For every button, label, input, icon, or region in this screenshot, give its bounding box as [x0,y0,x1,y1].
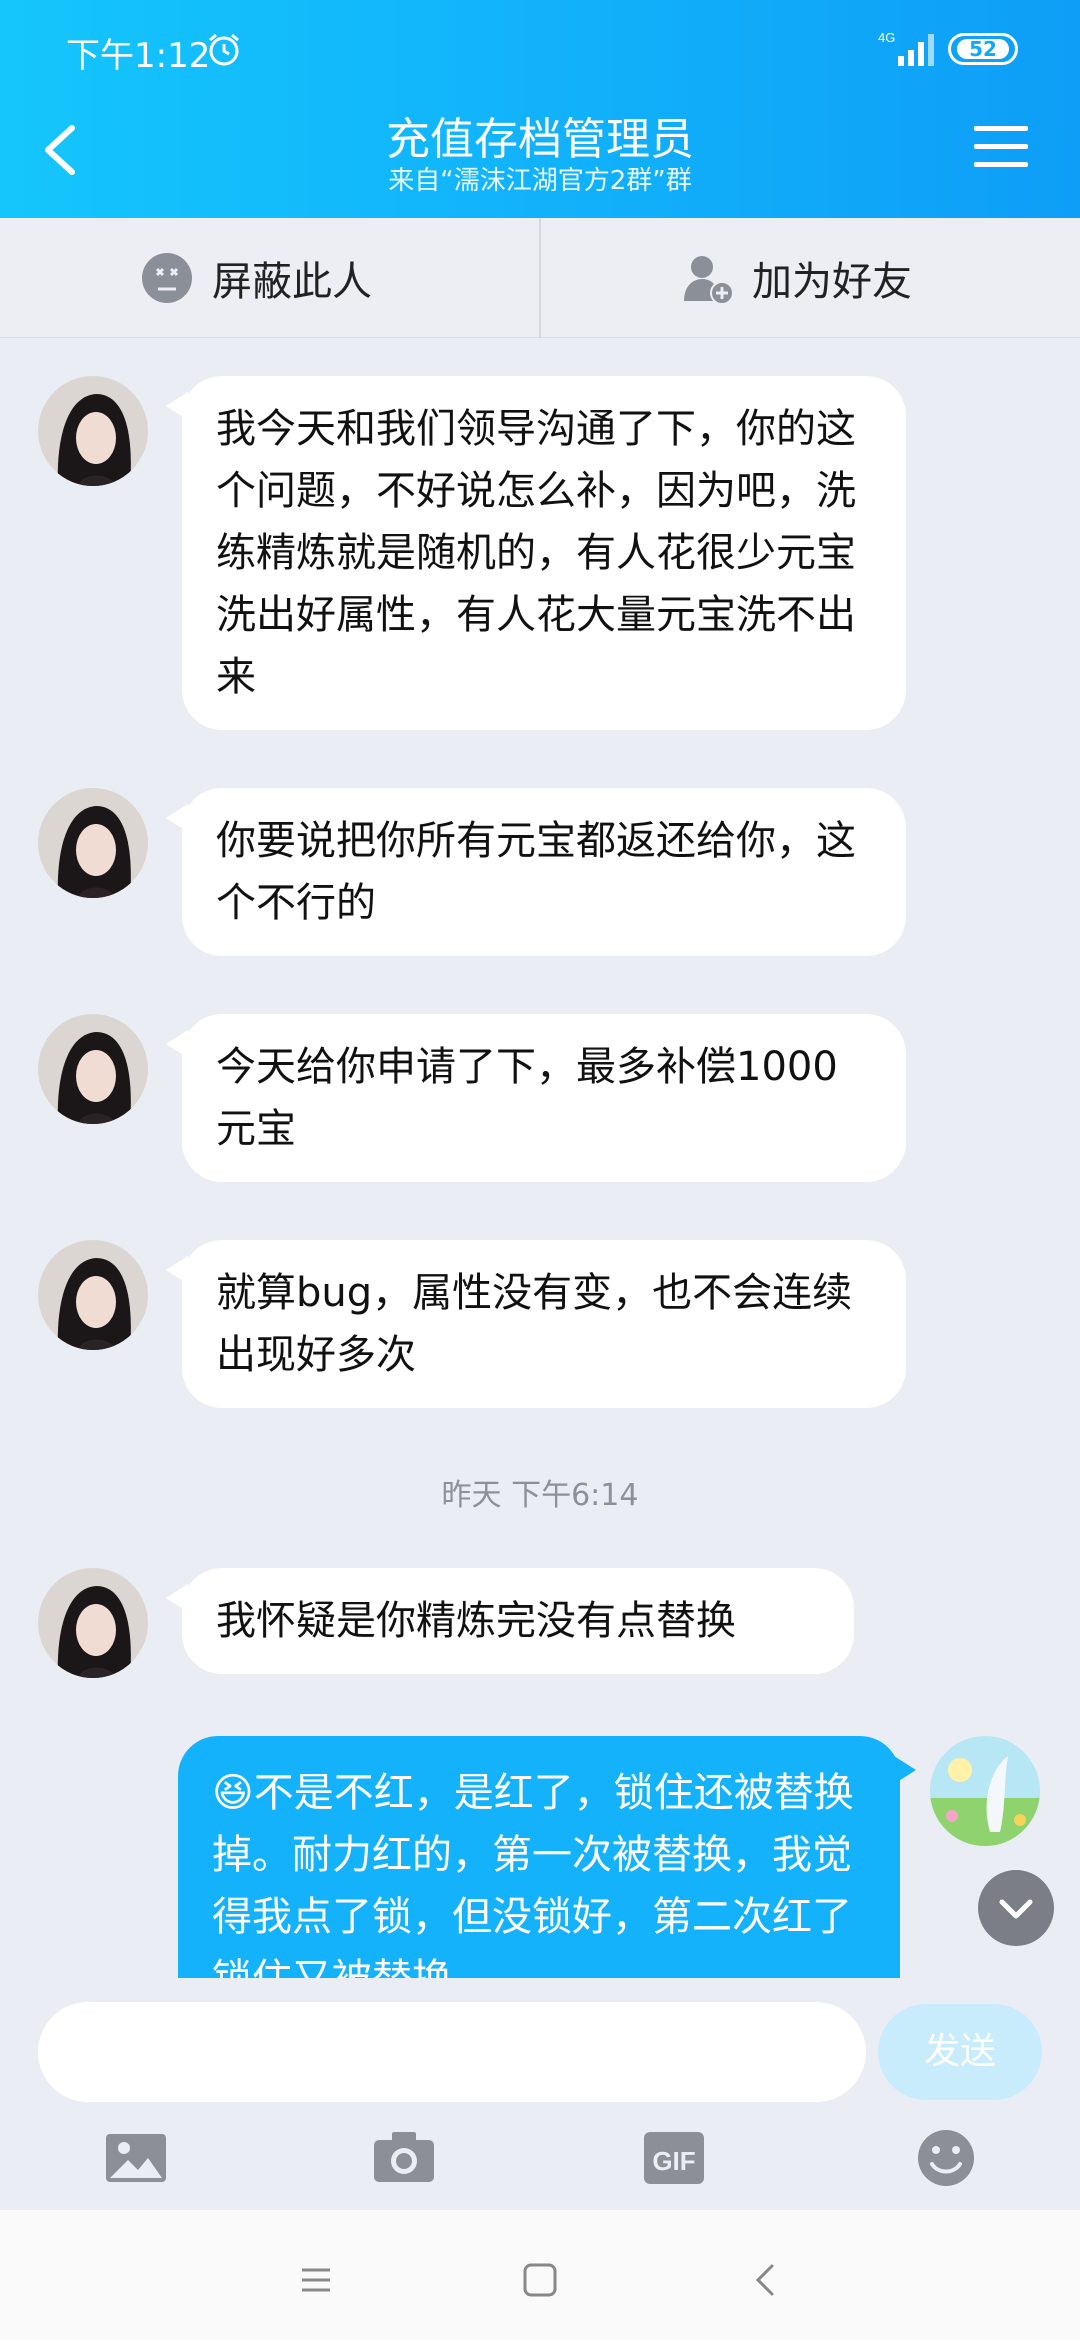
message-text: 我怀疑是你精炼完没有点替换 [216,1598,736,1644]
battery-level: 52 [957,39,1009,59]
block-face-icon [142,253,192,303]
signal-icon: 4G [878,30,934,66]
add-friend-icon [684,256,734,305]
avatar-portrait-icon [38,1568,148,1678]
message-text: 你要说把你所有元宝都返还给你，这个不行的 [216,818,856,926]
message-bubble[interactable]: 你要说把你所有元宝都返还给你，这个不行的 [166,788,906,956]
image-icon[interactable] [104,2128,168,2188]
action-bar: 屏蔽此人 加为好友 [0,218,1080,338]
add-friend-button[interactable]: 加为好友 [680,218,912,338]
gif-label: GIF [652,2146,695,2176]
battery-icon: 52 [948,33,1018,65]
message-bubble[interactable]: 我怀疑是你精炼完没有点替换 [166,1568,854,1674]
network-type: 4G [878,30,895,45]
message-text: 我今天和我们领导沟通了下，你的这个问题，不好说怎么补，因为吧，洗练精炼就是随机的… [216,406,856,700]
message-bubble[interactable]: 我今天和我们领导沟通了下，你的这个问题，不好说怎么补，因为吧，洗练精炼就是随机的… [166,376,906,730]
status-bar: 下午1:12 4G 52 [0,0,1080,100]
avatar-portrait-icon [38,788,148,898]
message-list-clip: 😆不是不红，是红了，锁住还被替换掉。耐力红的，第一次被替换，我觉得我点了锁，但没… [0,1736,1080,1978]
avatar-portrait-icon [38,1014,148,1124]
chat-timestamp: 昨天 下午6:14 [441,1478,639,1513]
chat-subtitle: 来自“濡沫江湖官方2群”群 [388,166,692,196]
chat-title: 充值存档管理员 [386,114,694,165]
scroll-to-bottom-button[interactable] [978,1870,1054,1946]
back-nav-icon[interactable] [746,2260,786,2300]
recent-apps-icon[interactable] [296,2260,336,2300]
sender-avatar[interactable] [38,788,148,898]
menu-button[interactable] [972,122,1030,172]
sender-avatar[interactable] [38,1014,148,1124]
gif-icon[interactable]: GIF [642,2128,706,2188]
alarm-icon [209,33,239,66]
send-button[interactable]: 发送 [878,2004,1042,2100]
block-user-label: 屏蔽此人 [212,259,372,305]
avatar-portrait-icon [38,376,148,486]
add-friend-label: 加为好友 [752,259,912,305]
emoji-icon[interactable] [914,2128,978,2188]
block-user-button[interactable]: 屏蔽此人 [140,218,372,338]
my-message-bubble[interactable]: 😆不是不红，是红了，锁住还被替换掉。耐力红的，第一次被替换，我觉得我点了锁，但没… [178,1736,916,1978]
divider [539,218,541,338]
message-text: 今天给你申请了下，最多补偿1000元宝 [216,1044,838,1152]
my-avatar[interactable] [930,1736,1040,1846]
message-input[interactable] [38,2002,866,2102]
message-text: 就算bug，属性没有变，也不会连续出现好多次 [216,1270,853,1378]
message-bubble[interactable]: 就算bug，属性没有变，也不会连续出现好多次 [166,1240,906,1408]
status-time: 下午1:12 [66,36,211,76]
sender-avatar[interactable] [38,376,148,486]
avatar-portrait-icon [38,1240,148,1350]
sender-avatar[interactable] [38,1568,148,1678]
avatar-landscape-icon [930,1736,1040,1846]
input-bar: 发送 GIF [0,1978,1080,2210]
chat-header: 下午1:12 4G 52 充值存档管理员 来自“濡沫江湖官方2群”群 [0,0,1080,218]
sender-avatar[interactable] [38,1240,148,1350]
camera-icon[interactable] [372,2128,436,2188]
chevron-down-icon [999,1899,1033,1919]
home-icon[interactable] [520,2260,560,2300]
system-nav-bar [0,2210,1080,2340]
back-button[interactable] [30,110,90,190]
message-text: 😆不是不红，是红了，锁住还被替换掉。耐力红的，第一次被替换，我觉得我点了锁，但没… [212,1770,854,1978]
message-bubble[interactable]: 今天给你申请了下，最多补偿1000元宝 [166,1014,906,1182]
